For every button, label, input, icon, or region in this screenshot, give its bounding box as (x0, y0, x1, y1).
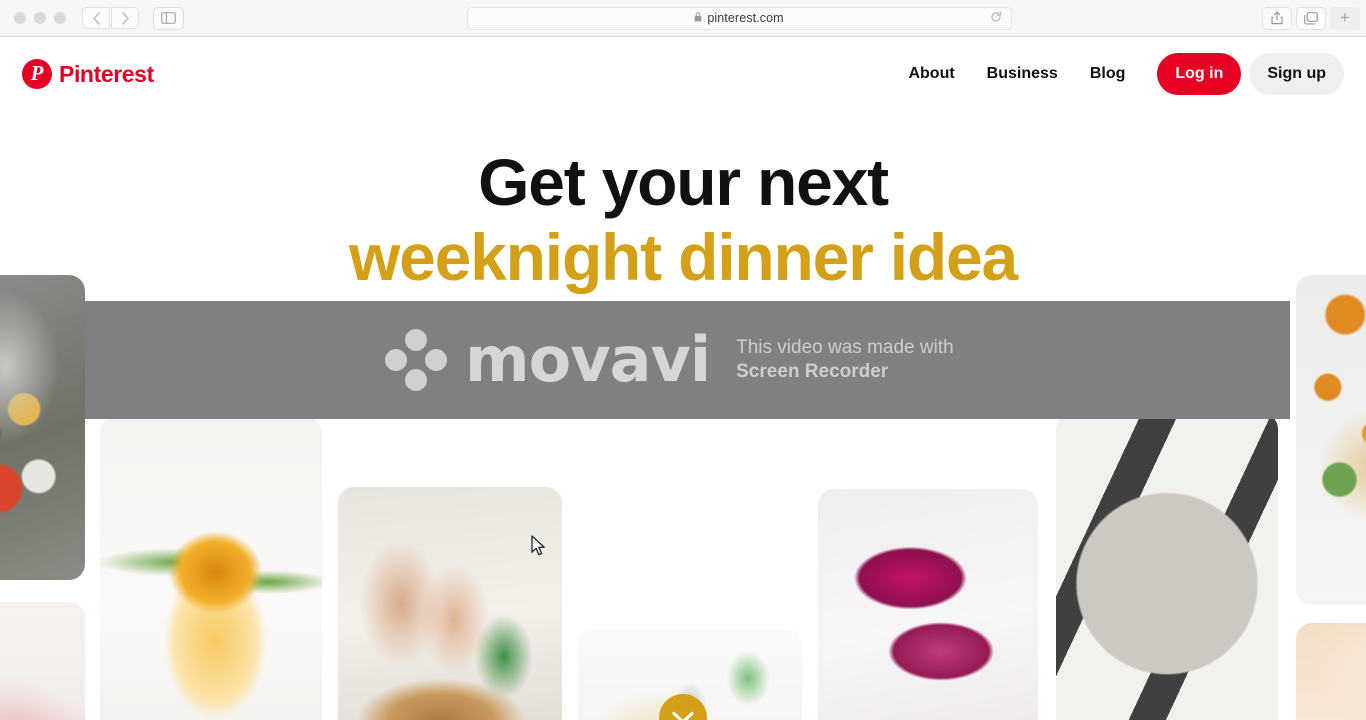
address-bar-region: pinterest.com (184, 0, 1262, 36)
pinterest-wordmark: Pinterest (59, 60, 154, 87)
pin-image (1296, 275, 1366, 605)
tab-overview-icon[interactable] (1296, 6, 1326, 30)
toolbar-right-buttons: + (1262, 6, 1360, 30)
pin-image (0, 275, 85, 580)
close-window-button[interactable] (14, 12, 26, 24)
pin-image (100, 417, 322, 720)
address-url-text: pinterest.com (707, 11, 784, 25)
minimize-window-button[interactable] (34, 12, 46, 24)
pin-citrus-cocktail[interactable] (100, 417, 322, 720)
zoom-window-button[interactable] (54, 12, 66, 24)
new-tab-button[interactable]: + (1330, 6, 1360, 30)
login-button[interactable]: Log in (1157, 53, 1242, 95)
pin-image (338, 487, 562, 720)
forward-button[interactable] (111, 7, 139, 29)
back-button[interactable] (82, 7, 110, 29)
window-traffic-lights (14, 12, 66, 24)
nav-link-blog[interactable]: Blog (1074, 57, 1142, 91)
movavi-tagline: This video was made with Screen Recorder (736, 336, 954, 383)
signup-button[interactable]: Sign up (1249, 53, 1344, 95)
reload-icon[interactable] (990, 11, 1002, 26)
page-viewport: Get your next weeknight dinner idea P Pi… (0, 37, 1366, 720)
chevron-down-icon (672, 711, 694, 720)
address-bar[interactable]: pinterest.com (466, 6, 1012, 30)
pin-pastel-still[interactable] (1296, 623, 1366, 720)
sidebar-toggle-button[interactable] (153, 6, 184, 30)
pin-salad-plate[interactable] (0, 275, 85, 580)
share-icon[interactable] (1262, 6, 1292, 30)
pin-rose-drink[interactable] (0, 602, 85, 720)
pin-image (818, 489, 1038, 720)
pin-roasted-veg[interactable] (1296, 275, 1366, 605)
movavi-brand-text: movavi (465, 323, 711, 396)
movavi-tagline-line-2: Screen Recorder (736, 361, 889, 382)
pin-beet-avocado-toast[interactable] (818, 489, 1038, 720)
browser-toolbar: pinterest.com + (0, 0, 1366, 37)
pin-image (1056, 413, 1278, 720)
nav-link-about[interactable]: About (892, 57, 970, 91)
navigation-buttons (82, 7, 139, 29)
pin-image (1296, 623, 1366, 720)
movavi-diamond-dots-icon (385, 329, 447, 391)
pinterest-logo-letter: P (30, 61, 44, 85)
movavi-watermark-overlay: movavi This video was made with Screen R… (85, 301, 1290, 419)
pin-hands-cooking[interactable] (338, 487, 562, 720)
movavi-tagline-line-1: This video was made with (736, 337, 954, 359)
pinterest-logo[interactable]: P Pinterest (22, 59, 154, 89)
site-header: P Pinterest About Business Blog Log in S… (0, 37, 1366, 111)
pinterest-logo-icon: P (22, 59, 52, 89)
nav-link-business[interactable]: Business (971, 57, 1074, 91)
lock-icon (694, 12, 702, 24)
pin-image (0, 602, 85, 720)
header-nav: About Business Blog Log in Sign up (892, 53, 1344, 95)
pin-grilled-plate[interactable] (1056, 413, 1278, 720)
